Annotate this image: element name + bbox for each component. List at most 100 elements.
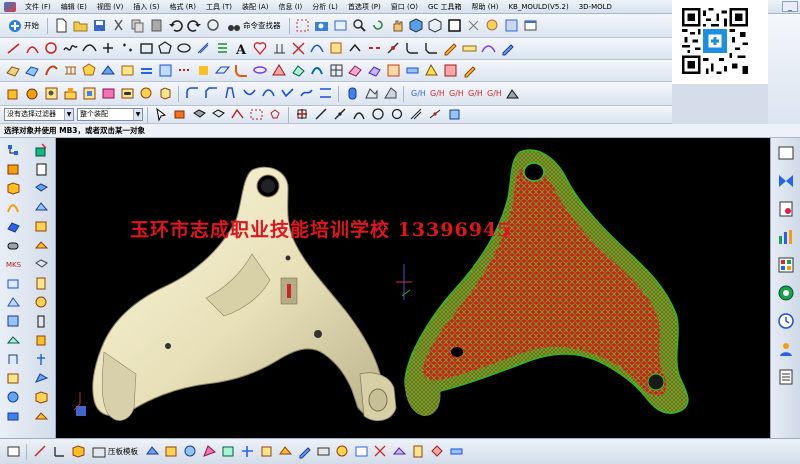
bounded-plane-button[interactable] <box>213 62 231 80</box>
slot-button[interactable] <box>118 85 136 103</box>
bottom-tool-6[interactable] <box>181 443 199 461</box>
bottom-tool-17[interactable] <box>390 443 408 461</box>
polygon-button[interactable] <box>156 40 174 58</box>
tool-r-button[interactable] <box>2 388 24 406</box>
thicken-button[interactable] <box>403 62 421 80</box>
tool-u-button[interactable] <box>30 407 52 425</box>
extract-face-button[interactable] <box>422 62 440 80</box>
extract-curve-button[interactable] <box>327 40 345 58</box>
surface-more-button[interactable] <box>460 62 478 80</box>
trim-sheet-button[interactable] <box>156 62 174 80</box>
bottom-tool-15[interactable] <box>352 443 370 461</box>
tool-l-button[interactable] <box>2 331 24 349</box>
intersect-curve-button[interactable] <box>289 40 307 58</box>
render-button[interactable] <box>503 17 521 35</box>
n-sided-button[interactable] <box>80 62 98 80</box>
groove-button[interactable] <box>137 85 155 103</box>
start-button[interactable]: 开始 <box>4 17 43 35</box>
snap-face-button[interactable] <box>445 106 463 124</box>
offset-curve-button[interactable] <box>194 40 212 58</box>
replace-face-button[interactable] <box>316 85 334 103</box>
select-edge-button[interactable] <box>228 106 246 124</box>
snap-existing-button[interactable] <box>407 106 425 124</box>
bottom-tool-3[interactable] <box>69 443 87 461</box>
rotate-view-button[interactable] <box>370 17 388 35</box>
select-feature-button[interactable] <box>171 106 189 124</box>
bottom-template-button[interactable]: 压板模板 <box>88 443 142 461</box>
menu-3d-mold[interactable]: 3D-MOLD <box>574 0 617 14</box>
spline-button[interactable] <box>61 40 79 58</box>
fillet-curve-button[interactable] <box>403 40 421 58</box>
history-button[interactable] <box>2 179 24 197</box>
process-studio-button[interactable] <box>2 198 24 216</box>
bottom-tool-1[interactable] <box>31 443 49 461</box>
patch-button[interactable] <box>194 62 212 80</box>
rotate-surface-button[interactable] <box>251 62 269 80</box>
reuse-library-button[interactable] <box>2 160 24 178</box>
revolve-button[interactable] <box>23 85 41 103</box>
ellipse-button[interactable] <box>175 40 193 58</box>
tool-f-button[interactable] <box>2 274 24 292</box>
bottom-tool-5[interactable] <box>162 443 180 461</box>
right-palette-button[interactable] <box>775 254 797 276</box>
menu-view[interactable]: 视图 (V) <box>92 0 128 14</box>
minimize-button[interactable]: _ <box>782 1 798 12</box>
pocket-button[interactable] <box>80 85 98 103</box>
tool-b-button[interactable] <box>30 217 52 235</box>
rectangle-button[interactable] <box>137 40 155 58</box>
surface-grid-button[interactable] <box>327 62 345 80</box>
new-file-button[interactable] <box>52 17 70 35</box>
studio-surface-button[interactable] <box>99 62 117 80</box>
zoom-button[interactable] <box>351 17 369 35</box>
bottom-tool-4[interactable] <box>143 443 161 461</box>
mold-e-button[interactable]: G/H <box>484 85 502 103</box>
extend-surface-button[interactable] <box>118 62 136 80</box>
select-body-button[interactable] <box>190 106 208 124</box>
tool-p-button[interactable] <box>2 369 24 387</box>
copy-button[interactable] <box>128 17 146 35</box>
circle-button[interactable] <box>42 40 60 58</box>
boss-button[interactable] <box>61 85 79 103</box>
line-button[interactable] <box>4 40 22 58</box>
cylinder-button[interactable] <box>343 85 361 103</box>
menu-info[interactable]: 信息 (I) <box>273 0 307 14</box>
undo-button[interactable] <box>166 17 184 35</box>
mold-d-button[interactable]: G/H <box>465 85 483 103</box>
mks-button[interactable]: MKS <box>2 255 24 273</box>
menu-edit[interactable]: 编辑 (E) <box>56 0 92 14</box>
shell-button[interactable] <box>240 85 258 103</box>
point-button[interactable] <box>99 40 117 58</box>
bottom-tool-20[interactable] <box>447 443 465 461</box>
snap-midpoint-button[interactable] <box>312 106 330 124</box>
pad-button[interactable] <box>99 85 117 103</box>
tool-h-button[interactable] <box>2 293 24 311</box>
right-help-button[interactable] <box>775 282 797 304</box>
x-form-button[interactable] <box>289 62 307 80</box>
edge-blend-button[interactable] <box>183 85 201 103</box>
tool-k-button[interactable] <box>30 312 52 330</box>
split-body-button[interactable] <box>297 85 315 103</box>
tool-o-button[interactable] <box>30 350 52 368</box>
right-layers-button[interactable] <box>775 170 797 192</box>
ruled-button[interactable] <box>61 62 79 80</box>
tool-e-button[interactable] <box>30 255 52 273</box>
right-list-button[interactable] <box>775 366 797 388</box>
surface-edit-button[interactable] <box>270 62 288 80</box>
wireframe-button[interactable] <box>427 17 445 35</box>
offset-surface-button[interactable] <box>137 62 155 80</box>
color-button[interactable] <box>484 17 502 35</box>
menu-gc-toolbox[interactable]: GC 工具箱 <box>423 0 467 14</box>
more-curve-button[interactable] <box>498 40 516 58</box>
right-view-button[interactable] <box>775 142 797 164</box>
menu-format[interactable]: 格式 (R) <box>164 0 201 14</box>
open-file-button[interactable] <box>71 17 89 35</box>
bottom-tool-19[interactable] <box>428 443 446 461</box>
select-lasso-button[interactable] <box>266 106 284 124</box>
control-arm-mesh[interactable] <box>404 149 689 416</box>
draft-button[interactable] <box>221 85 239 103</box>
mold-c-button[interactable]: G/H <box>446 85 464 103</box>
snap-control-button[interactable] <box>331 106 349 124</box>
selection-scope-dropdown[interactable]: 整个装配 ▼ <box>77 108 143 121</box>
chamfer-curve-button[interactable] <box>422 40 440 58</box>
snap-intersection-button[interactable] <box>350 106 368 124</box>
